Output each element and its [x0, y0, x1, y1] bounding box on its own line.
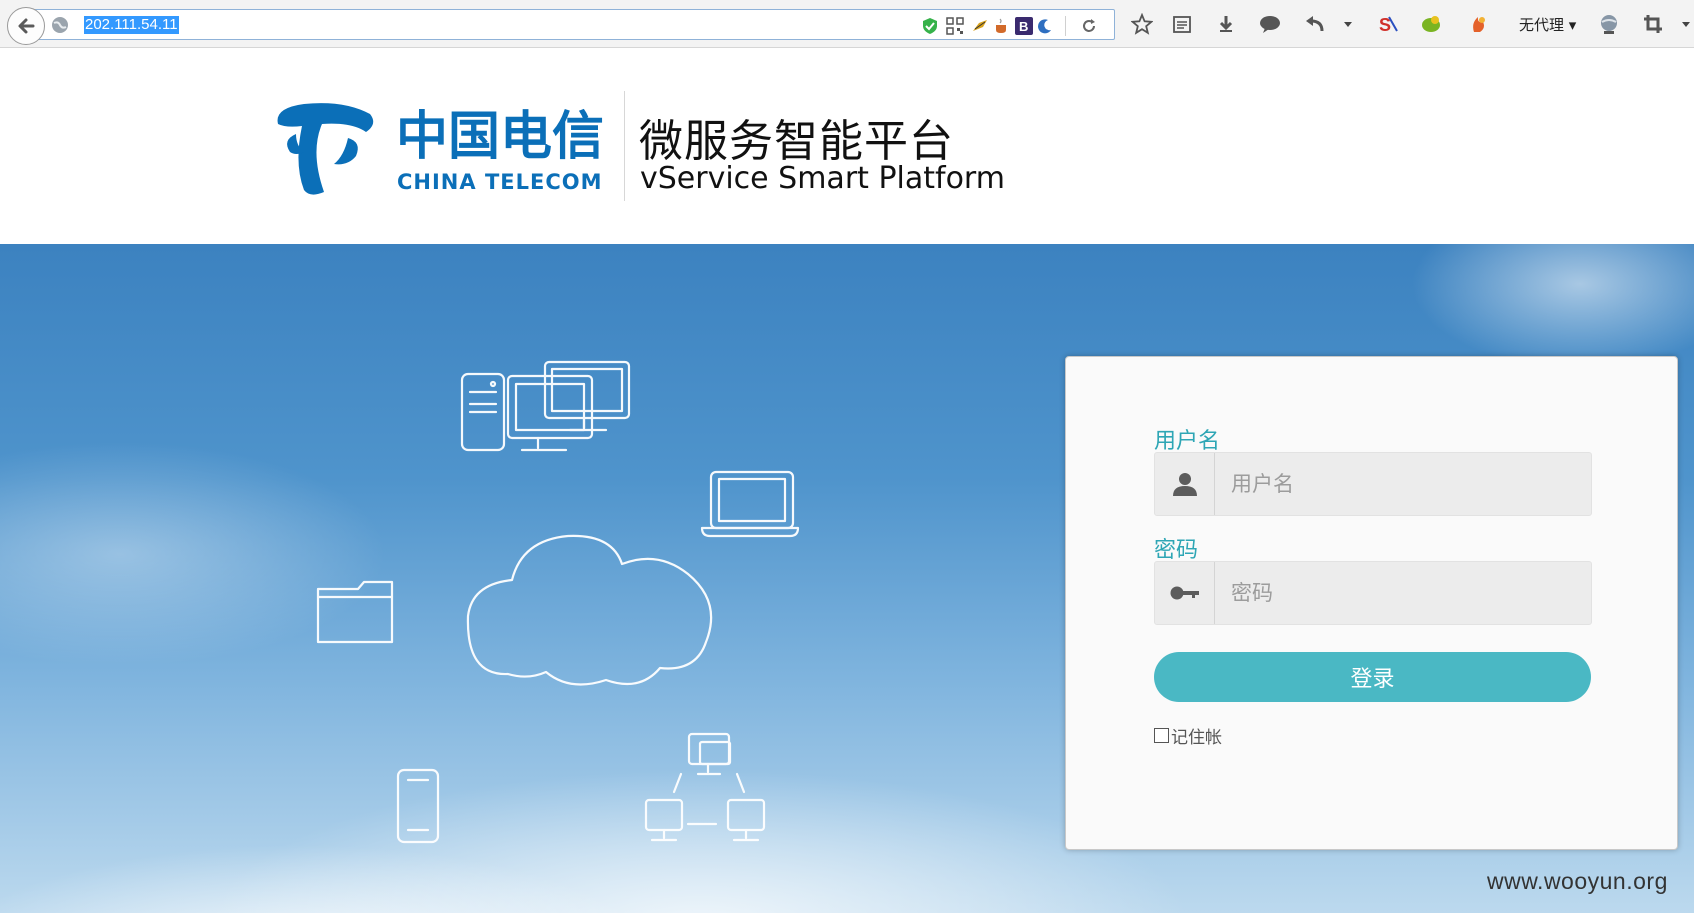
phone-icon — [396, 768, 440, 844]
browser-toolbar: 202.111.54.11 B S 无代理 ▾ — [0, 0, 1694, 48]
bug-icon[interactable] — [971, 17, 989, 35]
laptop-icon — [700, 470, 800, 538]
qr-code-icon[interactable] — [946, 17, 964, 35]
password-label: 密码 — [1154, 538, 1199, 563]
username-label: 用户名 — [1154, 429, 1221, 454]
desktop-computer-icon — [460, 360, 631, 452]
logo-divider — [624, 91, 625, 201]
cloud-devices-illustration — [316, 360, 800, 844]
key-icon — [1155, 562, 1215, 624]
remember-checkbox[interactable] — [1154, 728, 1169, 743]
password-input-group — [1154, 561, 1592, 625]
login-panel: 用户名 密码 登录 记住帐 — [1065, 356, 1678, 850]
logo-en-text: CHINA TELECOM — [397, 170, 603, 194]
moon-icon[interactable] — [1036, 17, 1054, 35]
download-icon[interactable] — [1215, 13, 1237, 35]
address-bar[interactable]: 202.111.54.11 B — [30, 9, 1115, 40]
folder-icon — [316, 580, 394, 644]
platform-title-cn: 微服务智能平台 — [639, 116, 954, 167]
password-input[interactable] — [1217, 562, 1591, 624]
china-telecom-logo: 中国电信 CHINA TELECOM — [277, 103, 604, 195]
back-arrow-icon — [18, 18, 35, 34]
b-icon[interactable]: B — [1015, 17, 1033, 35]
reading-list-icon[interactable] — [1171, 13, 1193, 35]
star-icon[interactable] — [1131, 13, 1153, 35]
watermark: www.wooyun.org — [1487, 868, 1668, 894]
undo-icon[interactable] — [1304, 13, 1326, 35]
proxy-switch[interactable]: 无代理 ▾ — [1519, 14, 1576, 35]
platform-title-en: vService Smart Platform — [640, 161, 1005, 196]
crop-icon[interactable] — [1642, 13, 1664, 35]
menu-dropdown-icon[interactable] — [1675, 13, 1694, 35]
username-input[interactable] — [1217, 453, 1591, 515]
remember-account[interactable]: 记住帐 — [1154, 723, 1222, 748]
coffee-icon[interactable] — [993, 17, 1011, 35]
page-header: 中国电信 CHINA TELECOM 微服务智能平台 vService Smar… — [0, 49, 1694, 244]
globe-icon — [52, 17, 68, 33]
green-extension-icon[interactable] — [1420, 13, 1442, 35]
s-extension-icon[interactable]: S — [1377, 13, 1399, 35]
logo-cn-text: 中国电信 — [396, 106, 604, 167]
reload-icon[interactable] — [1080, 17, 1098, 35]
cloud-icon — [466, 534, 713, 686]
sky-banner: 用户名 密码 登录 记住帐 — [0, 244, 1694, 913]
proxy-label: 无代理 — [1519, 16, 1565, 34]
login-button[interactable]: 登录 — [1154, 652, 1591, 702]
user-icon — [1155, 453, 1215, 515]
remember-label: 记住帐 — [1171, 728, 1222, 748]
shield-check-icon[interactable] — [921, 17, 939, 35]
dropdown-icon[interactable] — [1337, 13, 1359, 35]
network-icon — [644, 732, 766, 842]
proxy-globe-icon[interactable] — [1598, 13, 1620, 35]
back-button[interactable] — [7, 7, 45, 45]
svg-text:B: B — [1019, 19, 1028, 34]
fox-extension-icon[interactable] — [1468, 13, 1490, 35]
username-input-group — [1154, 452, 1592, 516]
chat-icon[interactable] — [1259, 13, 1281, 35]
url-text[interactable]: 202.111.54.11 — [84, 16, 179, 34]
